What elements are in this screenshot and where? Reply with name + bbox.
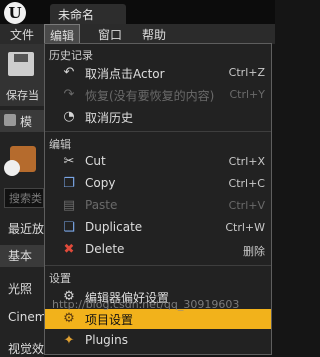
category-cinematic[interactable]: Cinem: [8, 310, 46, 324]
section-settings: 设置: [49, 272, 71, 285]
copy-icon: ❐: [63, 176, 75, 191]
save-current-button[interactable]: 保存当: [0, 44, 44, 106]
save-icon: [8, 52, 34, 76]
menu-item-label: Delete: [85, 242, 125, 256]
menu-item-cut[interactable]: ✂ Cut Ctrl+X: [45, 152, 271, 172]
section-edit: 编辑: [49, 138, 71, 151]
category-visual-effects[interactable]: 视觉效: [8, 340, 44, 357]
menu-item-undo[interactable]: ↶ 取消点击Actor Ctrl+Z: [45, 63, 271, 83]
category-recent[interactable]: 最近放: [8, 220, 44, 237]
menu-item-label: Duplicate: [85, 220, 143, 234]
menu-item-label: 取消点击Actor: [85, 67, 165, 81]
menu-item-label: Plugins: [85, 333, 128, 347]
menu-item-label: Paste: [85, 198, 118, 212]
delete-icon: ✖: [63, 242, 75, 257]
category-lights[interactable]: 光照: [8, 280, 32, 297]
unreal-logo-icon: U: [4, 2, 26, 24]
menu-item-duplicate[interactable]: ❏ Duplicate Ctrl+W: [45, 218, 271, 238]
menu-bar: 文件 编辑 窗口 帮助: [0, 24, 275, 45]
menu-item-shortcut: Ctrl+X: [228, 155, 265, 168]
menu-item-shortcut: Ctrl+V: [228, 199, 265, 212]
modes-icon: [4, 114, 16, 126]
save-label: 保存当: [6, 89, 39, 102]
section-history: 历史记录: [49, 49, 93, 62]
project-settings-icon: ⚙: [63, 311, 75, 326]
menu-item-label: Copy: [85, 176, 116, 190]
title-bar: U 未命名: [0, 0, 275, 24]
plugins-icon: ✦: [63, 333, 75, 348]
document-tab-title: 未命名: [58, 8, 95, 22]
redo-icon: ↷: [63, 87, 75, 102]
menu-item-shortcut: Ctrl+W: [225, 221, 265, 234]
document-tab[interactable]: 未命名: [50, 4, 126, 24]
menu-item-label: 取消历史: [85, 111, 134, 125]
menu-item-copy[interactable]: ❐ Copy Ctrl+C: [45, 174, 271, 194]
menu-item-shortcut: Ctrl+C: [228, 177, 265, 190]
place-mode-icon[interactable]: [4, 146, 36, 176]
modes-label: 模: [20, 115, 33, 129]
modes-tab[interactable]: 模: [0, 110, 44, 132]
menu-item-undo-history[interactable]: ◔ 取消历史: [45, 107, 271, 127]
duplicate-icon: ❏: [63, 220, 75, 235]
menu-file[interactable]: 文件: [10, 26, 34, 43]
menu-item-shortcut: Ctrl+Z: [228, 66, 265, 79]
category-basic[interactable]: 基本: [0, 245, 44, 267]
paste-icon: ▤: [62, 198, 76, 213]
menu-item-paste[interactable]: ▤ Paste Ctrl+V: [45, 196, 271, 216]
menu-item-label: 恢复(没有要恢复的内容): [85, 89, 215, 103]
watermark-text: http://blog.csdn.net/qq_30919603: [52, 298, 240, 311]
menu-separator: [45, 265, 271, 266]
search-classes-input[interactable]: 搜索类: [4, 188, 44, 208]
menu-item-delete[interactable]: ✖ Delete 删除: [45, 240, 271, 260]
menu-item-shortcut: 删除: [243, 245, 265, 258]
menu-item-shortcut: Ctrl+Y: [229, 88, 265, 101]
menu-item-label: Cut: [85, 154, 106, 168]
history-icon: ◔: [63, 109, 75, 124]
menu-item-plugins[interactable]: ✦ Plugins: [45, 331, 271, 351]
scissors-icon: ✂: [63, 154, 75, 169]
menu-item-label: 项目设置: [85, 313, 134, 327]
left-panel: 保存当 模 搜索类 最近放 基本 光照 Cinem 视觉效: [0, 44, 46, 357]
menu-window[interactable]: 窗口: [98, 26, 122, 43]
undo-icon: ↶: [63, 65, 75, 80]
menu-item-redo[interactable]: ↷ 恢复(没有要恢复的内容) Ctrl+Y: [45, 85, 271, 105]
menu-item-project-settings[interactable]: ⚙ 项目设置: [45, 309, 271, 329]
menu-help[interactable]: 帮助: [142, 26, 166, 43]
menu-separator: [45, 131, 271, 132]
menu-edit[interactable]: 编辑: [44, 24, 81, 45]
